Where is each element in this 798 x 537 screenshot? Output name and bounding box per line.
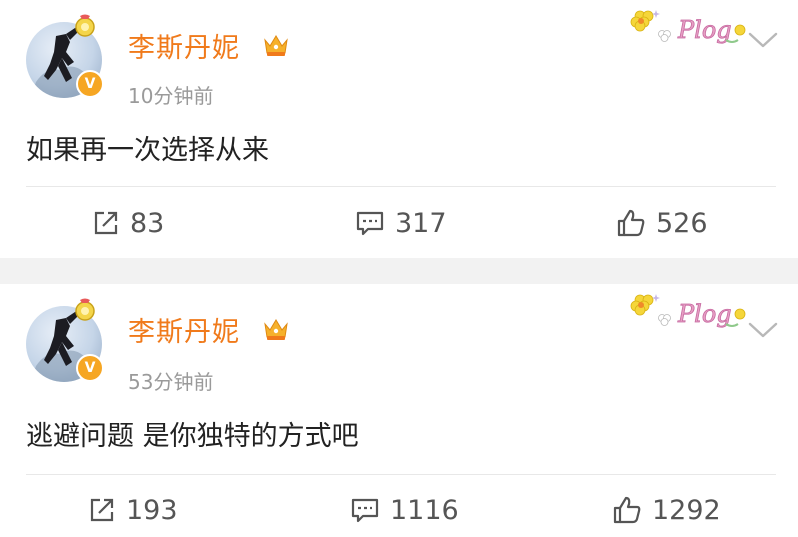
chevron-down-icon[interactable] bbox=[746, 30, 780, 50]
repost-icon bbox=[94, 211, 118, 235]
like-count: 526 bbox=[656, 207, 708, 239]
divider bbox=[26, 474, 776, 475]
badge-decoration-icon bbox=[75, 298, 95, 321]
post-time: 10分钟前 bbox=[128, 84, 214, 108]
verified-badge-icon: V bbox=[76, 70, 104, 98]
repost-count: 193 bbox=[126, 494, 178, 526]
like-button[interactable]: 526 bbox=[616, 200, 708, 246]
vip-crown-icon bbox=[264, 35, 288, 56]
like-button[interactable]: 1292 bbox=[612, 487, 721, 533]
comment-icon bbox=[351, 498, 379, 523]
avatar[interactable]: V bbox=[26, 298, 108, 382]
repost-icon bbox=[90, 498, 114, 522]
thumbs-up-icon bbox=[617, 209, 645, 237]
repost-count: 83 bbox=[130, 207, 165, 239]
comment-count: 317 bbox=[395, 207, 447, 239]
action-bar: 193 1116 1292 bbox=[0, 487, 798, 533]
post-time: 53分钟前 bbox=[128, 370, 214, 394]
comment-icon bbox=[356, 211, 384, 236]
avatar[interactable]: V bbox=[26, 14, 108, 98]
comment-count: 1116 bbox=[390, 494, 459, 526]
divider bbox=[26, 186, 776, 187]
plog-sticker-icon: Plog bbox=[630, 10, 746, 44]
username[interactable]: 李斯丹妮 bbox=[128, 26, 240, 65]
username[interactable]: 李斯丹妮 bbox=[128, 310, 240, 349]
repost-button[interactable]: 193 bbox=[88, 487, 178, 533]
post-content: 逃避问题 是你独特的方式吧 bbox=[26, 421, 359, 452]
post-content: 如果再一次选择从来 bbox=[26, 135, 269, 166]
chevron-down-icon[interactable] bbox=[746, 320, 780, 340]
action-bar: 83 317 526 bbox=[0, 200, 798, 246]
comment-button[interactable]: 317 bbox=[355, 200, 447, 246]
like-count: 1292 bbox=[652, 494, 721, 526]
vip-crown-icon bbox=[264, 319, 288, 340]
badge-decoration-icon bbox=[75, 14, 95, 37]
svg-text:Plog: Plog bbox=[677, 300, 732, 328]
svg-text:Plog: Plog bbox=[677, 16, 732, 44]
verified-badge-icon: V bbox=[76, 354, 104, 382]
feed-post: V 李斯丹妮 10分钟前 Plog 如果再一次选择从来 83 317 526 bbox=[0, 0, 798, 258]
plog-sticker-icon: Plog bbox=[630, 294, 746, 328]
post-separator bbox=[0, 258, 798, 284]
thumbs-up-icon bbox=[613, 496, 641, 524]
comment-button[interactable]: 1116 bbox=[350, 487, 459, 533]
repost-button[interactable]: 83 bbox=[92, 200, 164, 246]
feed-post: V 李斯丹妮 53分钟前 Plog 逃避问题 是你独特的方式吧 193 1116… bbox=[0, 284, 798, 537]
